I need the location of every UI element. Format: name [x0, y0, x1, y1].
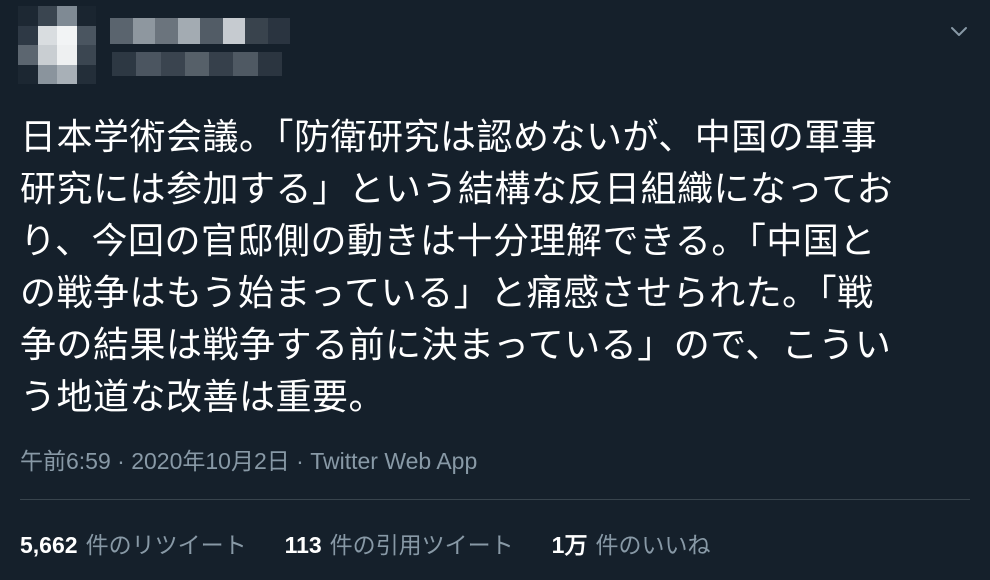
tweet-meta: 午前6:59 · 2020年10月2日 · Twitter Web App: [20, 442, 477, 476]
retweets-count: 5,662: [20, 532, 78, 558]
tweet-text-line: 日本学術会議。「防衛研究は認めないが、中国の軍事: [20, 117, 878, 158]
tweet-text-line: り、今回の官邸側の動きは十分理解できる。「中国と: [20, 221, 876, 262]
tweet-source-link[interactable]: Twitter Web App: [310, 448, 477, 474]
likes-stat[interactable]: 1万 件のいいね: [552, 526, 711, 560]
likes-label: 件のいいね: [595, 532, 711, 558]
retweets-stat[interactable]: 5,662 件のリツイート: [20, 526, 247, 560]
tweet-date[interactable]: 2020年10月2日: [131, 448, 290, 474]
quote-tweets-count: 113: [284, 532, 322, 558]
handle-redacted[interactable]: [112, 52, 282, 76]
tweet-text-line: 研究には参加する」という結構な反日組織になってお: [20, 169, 894, 210]
tweet-time[interactable]: 午前6:59: [20, 448, 111, 474]
quote-tweets-label: 件の引用ツイート: [329, 532, 514, 558]
retweets-label: 件のリツイート: [85, 532, 247, 558]
avatar[interactable]: [18, 6, 96, 84]
display-name-redacted[interactable]: [110, 18, 290, 44]
tweet-text-line: の戦争はもう始まっている」と痛感させられた。「戦: [20, 273, 874, 314]
tweet-text-line: う地道な改善は重要。: [20, 377, 386, 418]
tweet-detail: 日本学術会議。「防衛研究は認めないが、中国の軍事 研究には参加する」という結構な…: [0, 0, 990, 580]
meta-separator: ·: [110, 448, 132, 474]
chevron-down-icon[interactable]: [948, 20, 970, 42]
tweet-text-line: 争の結果は戦争する前に決まっている」ので、こうい: [20, 325, 892, 366]
meta-separator: ·: [289, 448, 311, 474]
quote-tweets-stat[interactable]: 113 件の引用ツイート: [285, 526, 514, 560]
tweet-text: 日本学術会議。「防衛研究は認めないが、中国の軍事 研究には参加する」という結構な…: [20, 112, 955, 424]
engagement-stats: 5,662 件のリツイート 113 件の引用ツイート 1万 件のいいね: [20, 526, 710, 560]
likes-count: 1万: [551, 532, 588, 558]
divider: [20, 499, 970, 500]
